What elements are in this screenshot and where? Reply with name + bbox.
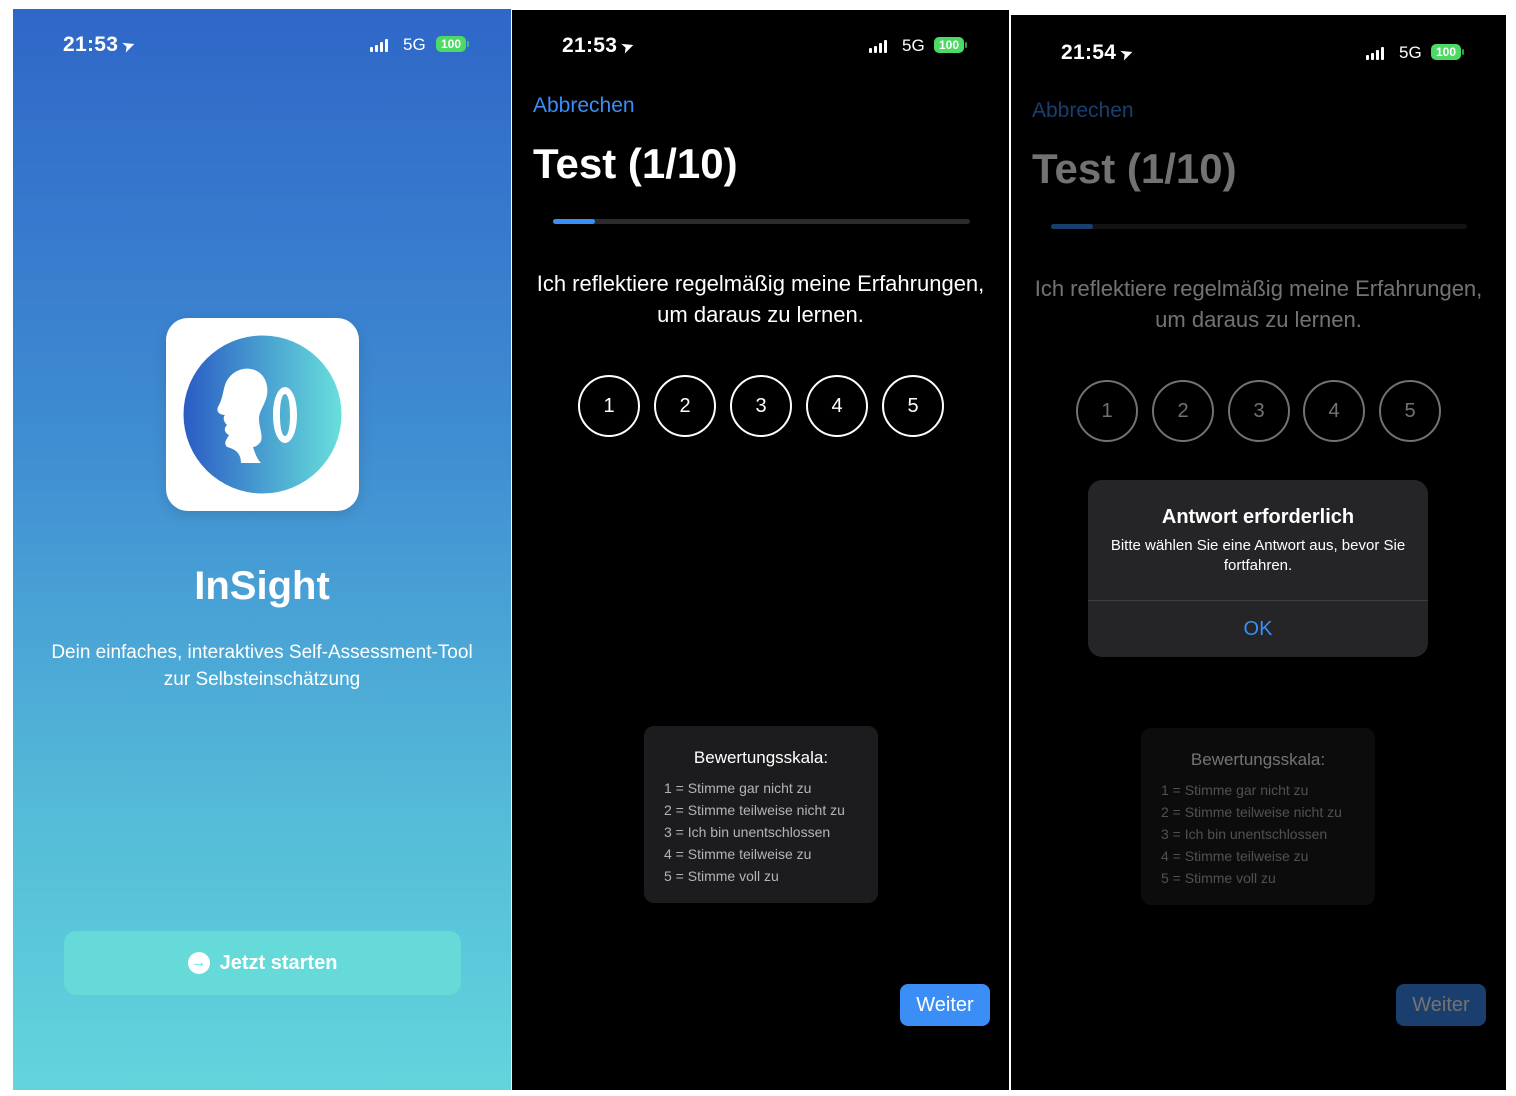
location-arrow-icon: ➤ [119,36,139,57]
signal-icon [869,40,887,53]
question-text: Ich reflektiere regelmäßig meine Erfahru… [536,271,985,327]
rating-option-5[interactable]: 5 [1379,380,1441,442]
progress-bar [1051,224,1467,229]
test-screen: 21:53 ➤ 5G 100 Abbrechen Test (1/10) Ich … [512,10,1009,1090]
network-label: 5G [1399,43,1422,62]
rating-option-5[interactable]: 5 [882,375,944,437]
scale-item: 3 = Ich bin unentschlossen [1161,826,1328,842]
scale-title: Bewertungsskala: [693,748,829,767]
battery-icon: 100 [1431,44,1464,60]
progress-bar [553,219,970,224]
welcome-screen: 21:53 ➤ 5G 100 InSight Dein einfaches, in… [13,9,511,1090]
scale-item: 1 = Stimme gar nicht zu [1161,782,1309,798]
rating-option-1[interactable]: 1 [1076,380,1138,442]
page-title: Test (1/10) [533,140,738,187]
rating-scale-legend: Bewertungsskala: 1 = Stimme gar nicht zu… [1141,728,1375,905]
start-button-label: Jetzt starten [219,951,338,974]
head-profile-mirror-icon [183,335,342,494]
status-bar: 21:53 ➤ 5G 100 [512,34,1009,62]
alert-message: Bitte wählen Sie eine Antwort aus, bevor… [1110,537,1406,574]
alert-title: Antwort erforderlich [1161,506,1355,528]
rating-option-3[interactable]: 3 [1228,380,1290,442]
scale-item: 2 = Stimme teilweise nicht zu [664,802,845,818]
scale-item: 4 = Stimme teilweise zu [664,846,812,862]
cancel-button[interactable]: Abbrechen [533,94,635,118]
progress-fill [553,219,595,224]
question-text: Ich reflektiere regelmäßig meine Erfahru… [1034,276,1483,332]
app-logo [166,318,359,511]
alert-dialog: Antwort erforderlich Bitte wählen Sie ei… [1088,480,1428,657]
rating-option-2[interactable]: 2 [654,375,716,437]
rating-option-1[interactable]: 1 [578,375,640,437]
status-time: 21:53 ➤ [562,34,638,58]
arrow-right-circle-icon: → [187,952,210,974]
status-time: 21:53 ➤ [63,33,139,57]
page-title: Test (1/10) [1032,145,1237,192]
location-arrow-icon: ➤ [1117,44,1137,65]
scale-item: 4 = Stimme teilweise zu [1161,848,1309,864]
rating-option-2[interactable]: 2 [1152,380,1214,442]
app-name: InSight [194,564,330,608]
start-button[interactable]: → Jetzt starten [64,931,461,995]
status-time: 21:54 ➤ [1061,41,1137,65]
scale-title: Bewertungsskala: [1190,750,1326,769]
next-button[interactable]: Weiter [1396,984,1486,1026]
network-label: 5G [902,36,925,55]
rating-options: 1 2 3 4 5 [512,375,1009,437]
rating-scale-legend: Bewertungsskala: 1 = Stimme gar nicht zu… [644,726,878,903]
signal-icon [1366,47,1384,60]
cancel-button[interactable]: Abbrechen [1032,99,1134,123]
scale-item: 5 = Stimme voll zu [1161,870,1276,886]
status-bar: 21:53 ➤ 5G 100 [13,33,511,61]
battery-icon: 100 [436,36,469,52]
app-tagline: Dein einfaches, interaktives Self-Assess… [51,642,473,690]
rating-option-4[interactable]: 4 [1303,380,1365,442]
progress-fill [1051,224,1093,229]
battery-icon: 100 [934,37,967,53]
alert-ok-button[interactable]: OK [1088,601,1428,657]
next-button[interactable]: Weiter [900,984,990,1026]
status-bar: 21:54 ➤ 5G 100 [1011,41,1506,69]
rating-option-3[interactable]: 3 [730,375,792,437]
scale-item: 2 = Stimme teilweise nicht zu [1161,804,1342,820]
scale-item: 1 = Stimme gar nicht zu [664,780,812,796]
scale-item: 5 = Stimme voll zu [664,868,779,884]
test-screen-alert: 21:54 ➤ 5G 100 Abbrechen Test (1/10) Ich … [1011,15,1506,1090]
rating-options: 1 2 3 4 5 [1011,380,1506,442]
rating-option-4[interactable]: 4 [806,375,868,437]
network-label: 5G [403,35,426,54]
signal-icon [370,39,388,52]
scale-item: 3 = Ich bin unentschlossen [664,824,831,840]
location-arrow-icon: ➤ [618,37,638,58]
